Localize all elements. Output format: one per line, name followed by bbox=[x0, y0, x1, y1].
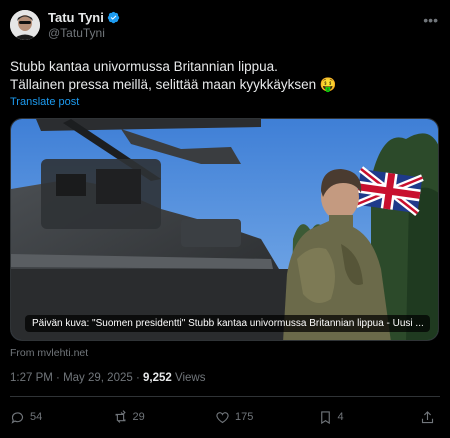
tweet-header: Tatu Tyni @TatuTyni ••• bbox=[10, 10, 440, 50]
bookmark-icon bbox=[320, 410, 330, 424]
reply-button[interactable]: 54 bbox=[10, 410, 98, 425]
author-name-row: Tatu Tyni bbox=[48, 10, 120, 25]
share-icon bbox=[421, 410, 434, 423]
tweet-meta: 1:27 PM · May 29, 2025 · 9,252 Views bbox=[10, 372, 205, 384]
views-label: Views bbox=[175, 372, 206, 384]
like-count: 175 bbox=[235, 411, 254, 423]
divider bbox=[10, 396, 440, 397]
avatar-image bbox=[10, 10, 40, 40]
link-source[interactable]: From mvlehti.net bbox=[10, 347, 88, 359]
link-card-title[interactable]: Päivän kuva: "Suomen presidentti" Stubb … bbox=[25, 315, 430, 332]
reply-count: 54 bbox=[30, 411, 43, 423]
tweet-text-line-2: Tällainen pressa meillä, selittää maan k… bbox=[10, 77, 337, 92]
repost-button[interactable]: 29 bbox=[113, 409, 201, 425]
more-icon[interactable]: ••• bbox=[423, 12, 438, 28]
tweet-text: Stubb kantaa univormussa Britannian lipp… bbox=[10, 58, 440, 94]
tweet-text-line-1: Stubb kantaa univormussa Britannian lipp… bbox=[10, 59, 278, 74]
action-bar: 54 29 175 4 bbox=[10, 407, 440, 427]
verified-badge-icon[interactable] bbox=[107, 11, 120, 24]
tweet: Tatu Tyni @TatuTyni ••• Stubb kantaa uni… bbox=[0, 0, 450, 438]
views-count[interactable]: 9,252 bbox=[143, 372, 172, 384]
bookmark-count: 4 bbox=[337, 411, 344, 423]
avatar[interactable] bbox=[10, 10, 40, 40]
post-date[interactable]: May 29, 2025 bbox=[63, 372, 133, 384]
heart-icon bbox=[216, 411, 229, 423]
post-time[interactable]: 1:27 PM bbox=[10, 372, 53, 384]
media-photo bbox=[11, 119, 438, 340]
meta-separator-2: · bbox=[135, 372, 140, 384]
meta-separator: · bbox=[56, 372, 60, 384]
author-info: Tatu Tyni @TatuTyni bbox=[48, 10, 120, 41]
author-handle[interactable]: @TatuTyni bbox=[48, 26, 120, 41]
link-card-image[interactable]: Päivän kuva: "Suomen presidentti" Stubb … bbox=[10, 118, 439, 341]
repost-icon bbox=[115, 409, 126, 423]
reply-icon bbox=[11, 411, 24, 424]
translate-post-link[interactable]: Translate post bbox=[10, 96, 79, 108]
author-name[interactable]: Tatu Tyni bbox=[48, 10, 104, 25]
repost-count: 29 bbox=[132, 411, 145, 423]
share-button[interactable] bbox=[420, 410, 440, 425]
like-button[interactable]: 175 bbox=[215, 410, 303, 425]
bookmark-button[interactable]: 4 bbox=[318, 410, 406, 425]
